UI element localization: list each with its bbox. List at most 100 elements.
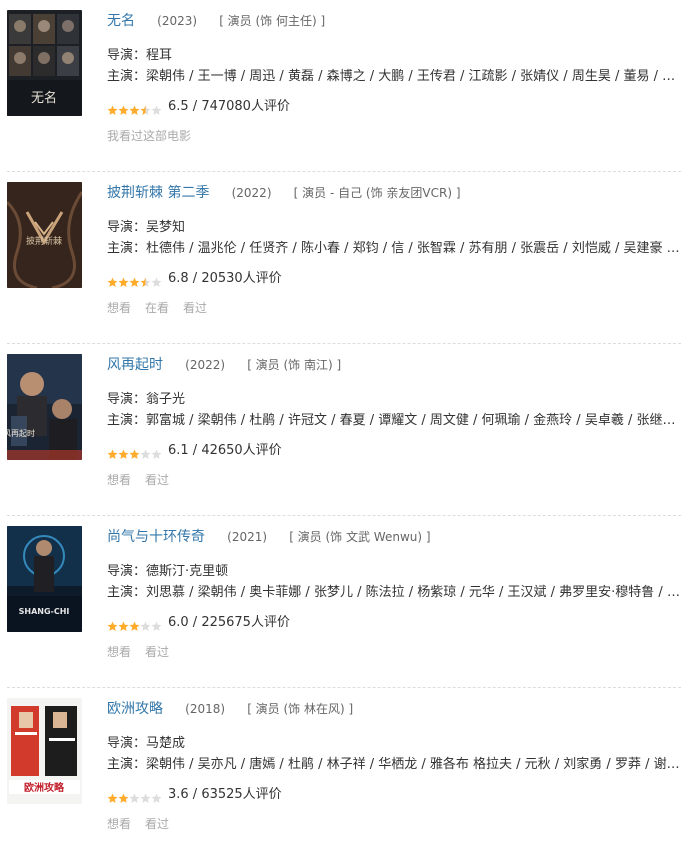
star-icon bbox=[107, 102, 118, 115]
action-link[interactable]: 想看 bbox=[107, 473, 131, 487]
star-icon bbox=[129, 790, 140, 803]
movie-poster[interactable]: 欧洲攻略 bbox=[7, 698, 82, 804]
star-icon bbox=[140, 446, 151, 459]
cast-names: 杜德伟 / 温兆伦 / 任贤齐 / 陈小春 / 郑钧 / 信 / 张智霖 / 苏… bbox=[146, 241, 681, 256]
cast-names: 刘思慕 / 梁朝伟 / 奥卡菲娜 / 张梦儿 / 陈法拉 / 杨紫琼 / 元华 … bbox=[146, 585, 681, 600]
cast-names: 梁朝伟 / 王一博 / 周迅 / 黄磊 / 森博之 / 大鹏 / 王传君 / 江… bbox=[146, 69, 681, 84]
director-line: 导演：程耳 bbox=[107, 45, 681, 66]
movie-role: [ 演员 - 自己 (饰 亲友团VCR) ] bbox=[293, 186, 461, 200]
movie-item: 欧洲攻略 欧洲攻略 (2018) [ 演员 (饰 林在风) ] 导演：马楚成 主… bbox=[7, 688, 681, 851]
movie-info: 尚气与十环传奇 (2021) [ 演员 (饰 文武 Wenwu) ] 导演：德斯… bbox=[107, 526, 681, 662]
filmography-list: 无名 无名 (2023) [ 演员 (饰 何主任) ] 导演：程耳 主演：梁朝伟… bbox=[0, 0, 684, 851]
star-icon bbox=[118, 102, 129, 115]
action-link[interactable]: 看过 bbox=[145, 817, 169, 831]
movie-title-link[interactable]: 风再起时 bbox=[107, 357, 163, 373]
director-name: 德斯汀·克里顿 bbox=[146, 564, 229, 579]
director-label: 导演： bbox=[107, 48, 147, 63]
cast-label: 主演： bbox=[107, 757, 147, 772]
star-icon bbox=[129, 618, 140, 631]
rating-row: 3.6 / 63525人评价 bbox=[107, 784, 681, 806]
cast-label: 主演： bbox=[107, 413, 147, 428]
director-line: 导演：翁子光 bbox=[107, 389, 681, 410]
director-label: 导演： bbox=[107, 736, 147, 751]
movie-role: [ 演员 (饰 文武 Wenwu) ] bbox=[289, 530, 431, 544]
star-icon bbox=[140, 618, 151, 631]
movie-role: [ 演员 (饰 何主任) ] bbox=[219, 14, 326, 28]
star-icon bbox=[107, 446, 118, 459]
star-icon bbox=[107, 790, 118, 803]
rating-row: 6.8 / 20530人评价 bbox=[107, 268, 681, 290]
movie-poster[interactable]: 无名 bbox=[7, 10, 82, 116]
movie-info: 风再起时 (2022) [ 演员 (饰 南江) ] 导演：翁子光 主演：郭富城 … bbox=[107, 354, 681, 490]
star-icon bbox=[129, 446, 140, 459]
movie-title-link[interactable]: 尚气与十环传奇 bbox=[107, 529, 205, 545]
director-name: 翁子光 bbox=[146, 392, 186, 407]
movie-item: SHANG-CHI 尚气与十环传奇 (2021) [ 演员 (饰 文武 Wenw… bbox=[7, 516, 681, 688]
action-link[interactable]: 看过 bbox=[145, 473, 169, 487]
star-icon bbox=[140, 274, 151, 287]
movie-title-link[interactable]: 欧洲攻略 bbox=[107, 701, 163, 717]
movie-item: 风再起时 风再起时 (2022) [ 演员 (饰 南江) ] 导演：翁子光 主演… bbox=[7, 344, 681, 516]
star-icon bbox=[151, 446, 162, 459]
movie-year: (2022) bbox=[231, 186, 272, 200]
director-name: 程耳 bbox=[146, 48, 173, 63]
poster-title-text: 风再起时 bbox=[7, 428, 35, 438]
movie-actions: 想看 看过 bbox=[107, 814, 681, 834]
action-link[interactable]: 我看过这部电影 bbox=[107, 129, 191, 143]
movie-title-link[interactable]: 披荆斩棘 第二季 bbox=[107, 185, 209, 201]
action-link[interactable]: 看过 bbox=[183, 301, 207, 315]
movie-poster[interactable]: SHANG-CHI bbox=[7, 526, 82, 632]
action-link[interactable]: 在看 bbox=[145, 301, 169, 315]
director-label: 导演： bbox=[107, 564, 147, 579]
star-icon bbox=[151, 274, 162, 287]
star-icon bbox=[118, 274, 129, 287]
star-icon bbox=[140, 102, 151, 115]
poster-title-text: SHANG-CHI bbox=[19, 607, 70, 616]
director-label: 导演： bbox=[107, 220, 147, 235]
rating-stars bbox=[107, 618, 162, 631]
movie-actions: 想看 看过 bbox=[107, 642, 681, 662]
cast-line: 主演：刘思慕 / 梁朝伟 / 奥卡菲娜 / 张梦儿 / 陈法拉 / 杨紫琼 / … bbox=[107, 582, 681, 603]
director-label: 导演： bbox=[107, 392, 147, 407]
cast-line: 主演：梁朝伟 / 王一博 / 周迅 / 黄磊 / 森博之 / 大鹏 / 王传君 … bbox=[107, 66, 681, 87]
cast-line: 主演：郭富城 / 梁朝伟 / 杜鹃 / 许冠文 / 春夏 / 谭耀文 / 周文健… bbox=[107, 410, 681, 431]
rating-stars bbox=[107, 790, 162, 803]
poster-title-text: 披荆斩棘 bbox=[26, 235, 62, 247]
rating-text: 6.1 / 42650人评价 bbox=[168, 443, 282, 458]
rating-text: 3.6 / 63525人评价 bbox=[168, 787, 282, 802]
movie-actions: 我看过这部电影 bbox=[107, 126, 681, 146]
star-icon bbox=[151, 790, 162, 803]
star-icon bbox=[118, 790, 129, 803]
cast-line: 主演：梁朝伟 / 吴亦凡 / 唐嫣 / 杜鹃 / 林子祥 / 华栖龙 / 雅各布… bbox=[107, 754, 681, 775]
star-icon bbox=[118, 446, 129, 459]
cast-names: 郭富城 / 梁朝伟 / 杜鹃 / 许冠文 / 春夏 / 谭耀文 / 周文健 / … bbox=[146, 413, 681, 428]
rating-text: 6.0 / 225675人评价 bbox=[168, 615, 290, 630]
cast-names: 梁朝伟 / 吴亦凡 / 唐嫣 / 杜鹃 / 林子祥 / 华栖龙 / 雅各布 格拉… bbox=[146, 757, 681, 772]
action-link[interactable]: 想看 bbox=[107, 301, 131, 315]
movie-poster[interactable]: 披荆斩棘 bbox=[7, 182, 82, 288]
rating-row: 6.5 / 747080人评价 bbox=[107, 96, 681, 118]
action-link[interactable]: 想看 bbox=[107, 817, 131, 831]
rating-stars bbox=[107, 102, 162, 115]
action-link[interactable]: 想看 bbox=[107, 645, 131, 659]
movie-poster[interactable]: 风再起时 bbox=[7, 354, 82, 460]
movie-role: [ 演员 (饰 南江) ] bbox=[247, 358, 342, 372]
poster-title-text: 欧洲攻略 bbox=[24, 781, 65, 794]
rating-row: 6.1 / 42650人评价 bbox=[107, 440, 681, 462]
star-icon bbox=[107, 618, 118, 631]
movie-title-link[interactable]: 无名 bbox=[107, 13, 135, 29]
cast-line: 主演：杜德伟 / 温兆伦 / 任贤齐 / 陈小春 / 郑钧 / 信 / 张智霖 … bbox=[107, 238, 681, 259]
movie-actions: 想看 在看 看过 bbox=[107, 298, 681, 318]
star-icon bbox=[151, 618, 162, 631]
movie-info: 欧洲攻略 (2018) [ 演员 (饰 林在风) ] 导演：马楚成 主演：梁朝伟… bbox=[107, 698, 681, 834]
movie-info: 披荆斩棘 第二季 (2022) [ 演员 - 自己 (饰 亲友团VCR) ] 导… bbox=[107, 182, 681, 318]
action-link[interactable]: 看过 bbox=[145, 645, 169, 659]
star-icon bbox=[107, 274, 118, 287]
star-icon bbox=[129, 102, 140, 115]
movie-year: (2023) bbox=[157, 14, 198, 28]
movie-year: (2018) bbox=[185, 702, 226, 716]
director-name: 马楚成 bbox=[146, 736, 186, 751]
star-icon bbox=[129, 274, 140, 287]
rating-stars bbox=[107, 446, 162, 459]
director-line: 导演：马楚成 bbox=[107, 733, 681, 754]
